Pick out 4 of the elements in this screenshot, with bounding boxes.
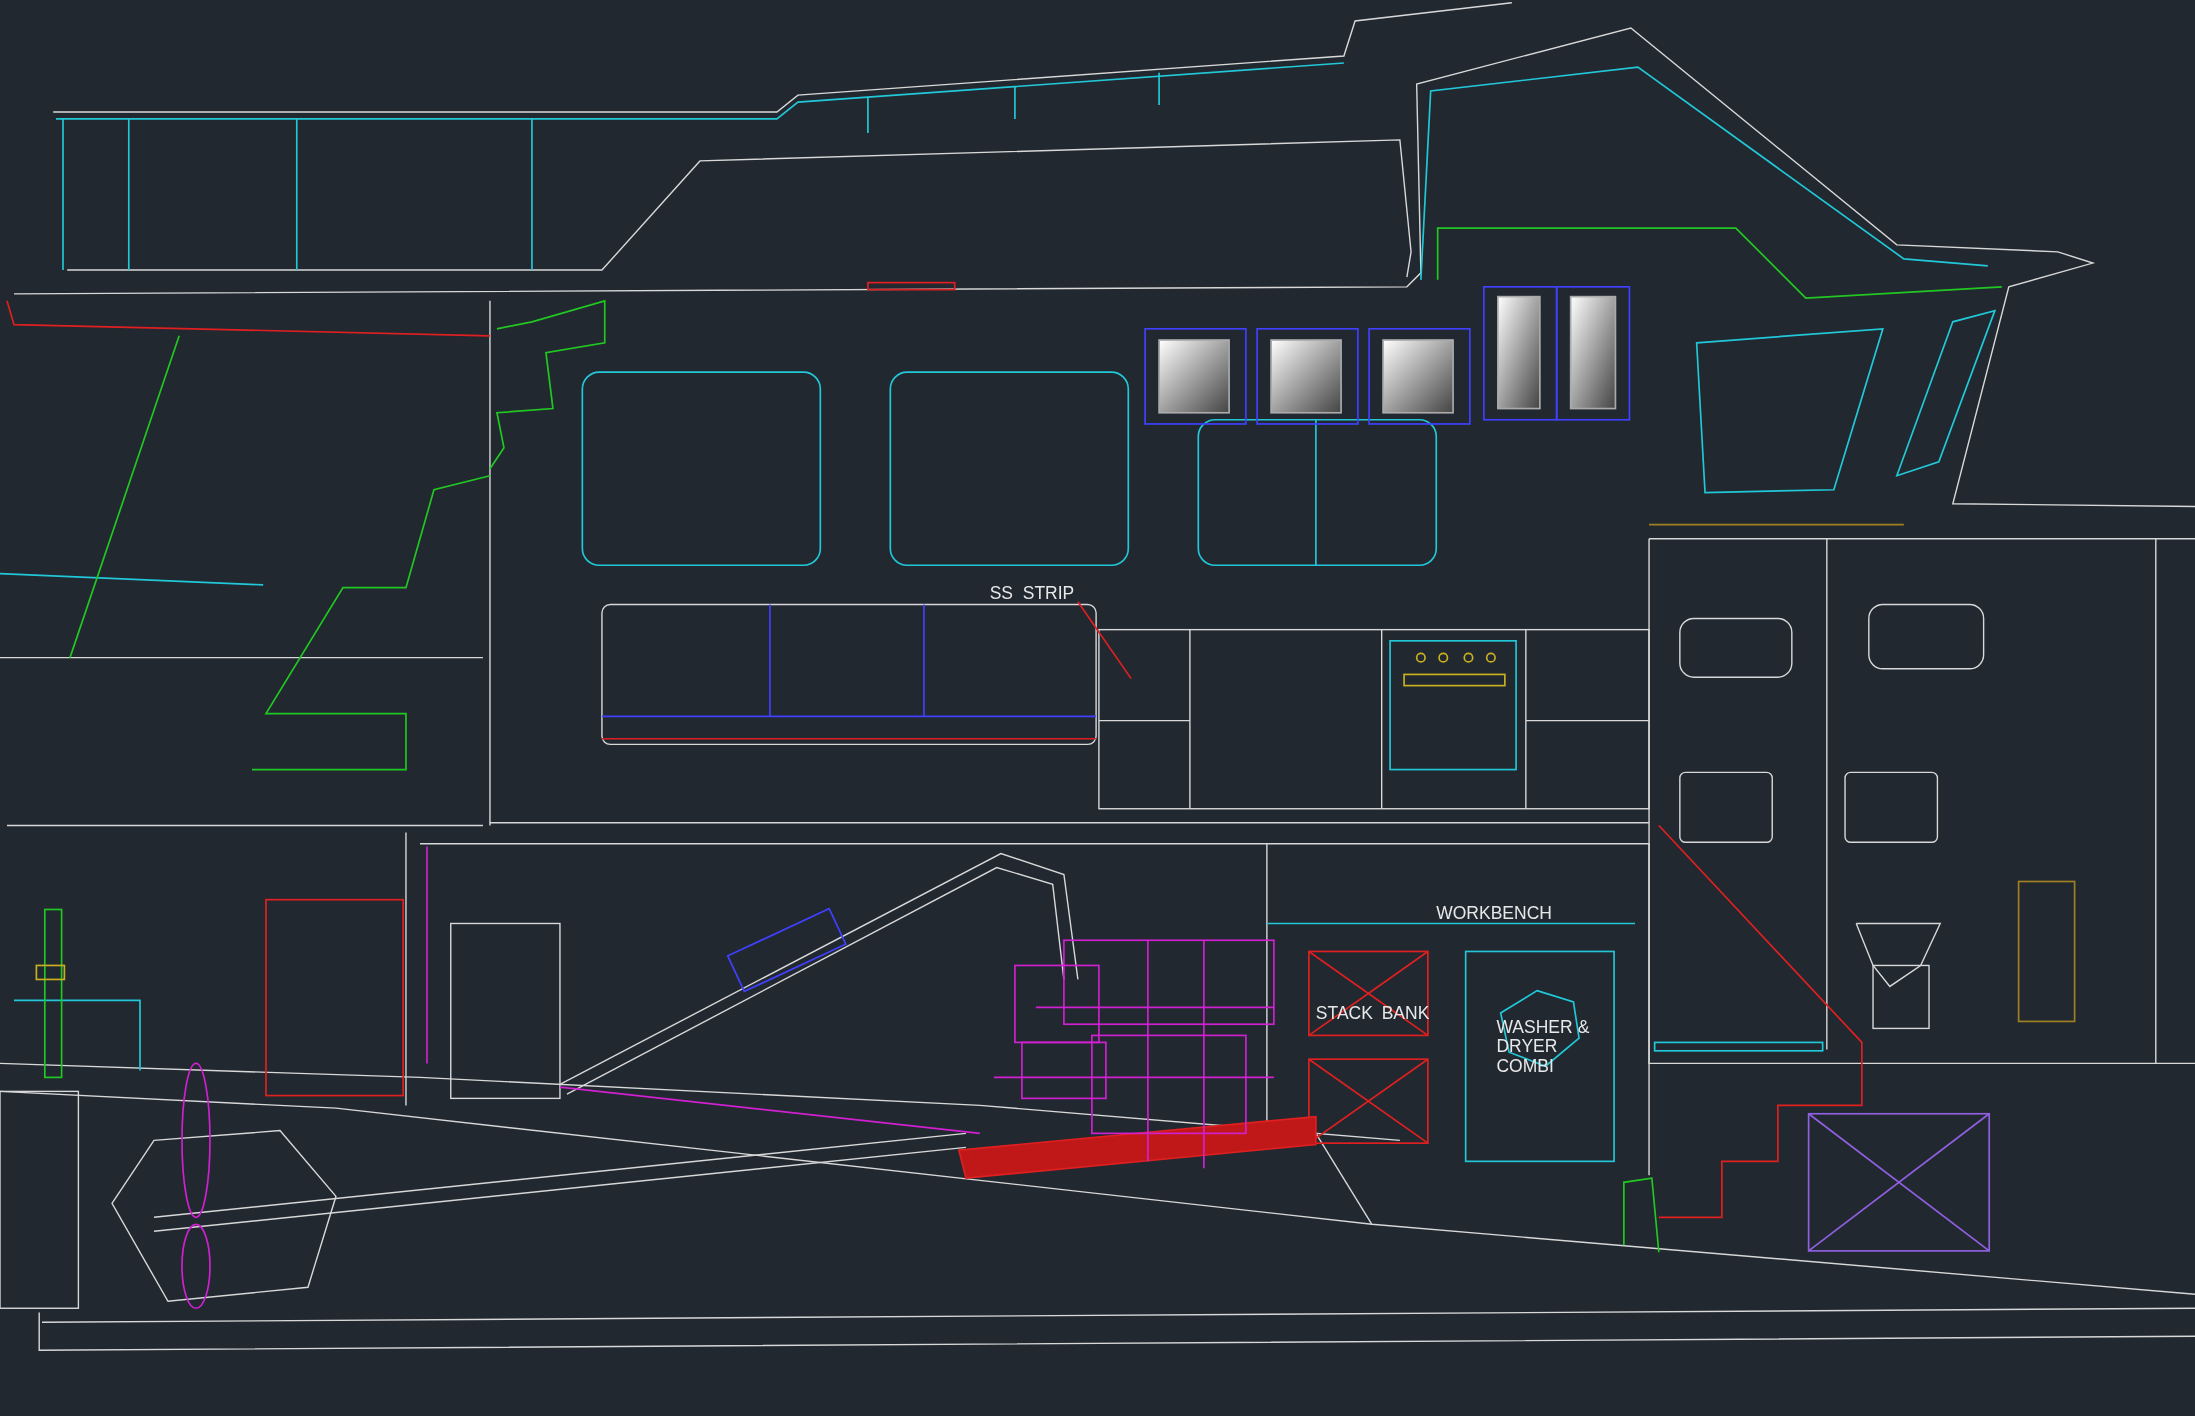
drawing-label: & bbox=[1577, 1016, 1590, 1037]
drawing-label: COMBI bbox=[1496, 1055, 1554, 1076]
drawing-label: WORKBENCH bbox=[1436, 903, 1552, 924]
drawing-label: SS STRIP bbox=[989, 582, 1075, 603]
